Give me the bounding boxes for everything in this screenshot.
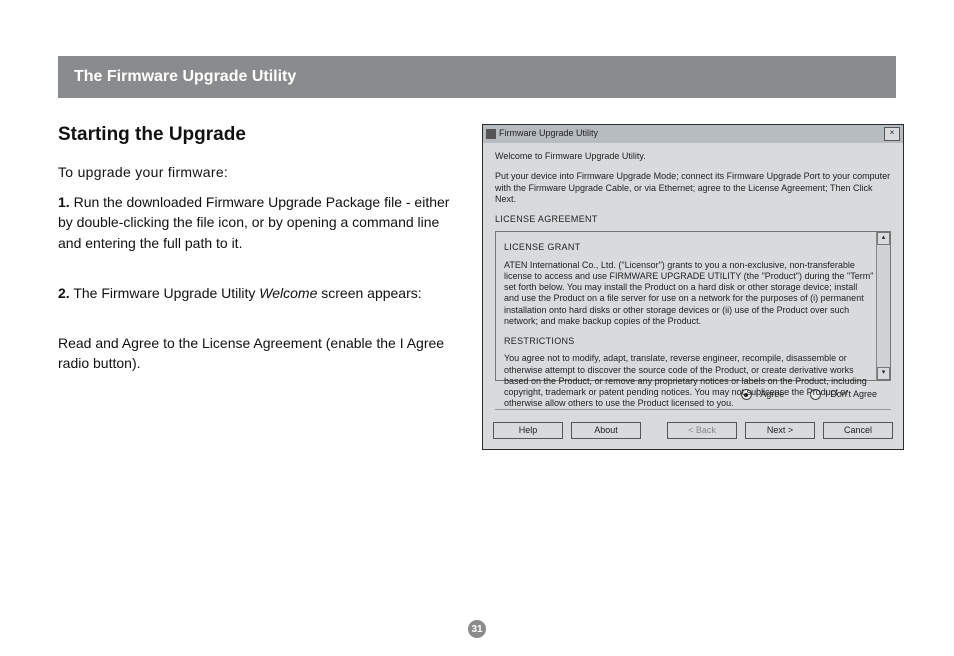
step-2-sub-ital: Agree [122, 335, 159, 351]
license-grant-heading: LICENSE GRANT [504, 242, 874, 253]
license-agreement-heading: LICENSE AGREEMENT [495, 214, 891, 225]
instruction-column: Starting the Upgrade To upgrade your fir… [58, 124, 458, 374]
intro-text: To upgrade your firmware: [58, 164, 458, 180]
step-2-number: 2. [58, 285, 70, 301]
help-button[interactable]: Help [493, 422, 563, 439]
dialog-titlebar: Firmware Upgrade Utility × [483, 125, 903, 143]
dialog-title-text: Firmware Upgrade Utility [499, 128, 598, 139]
step-2-post: screen appears: [317, 285, 421, 301]
chapter-header: The Firmware Upgrade Utility [58, 56, 896, 98]
step-2-ital: Welcome [259, 285, 317, 301]
close-icon[interactable]: × [884, 127, 900, 141]
step-2-pre: The Firmware Upgrade Utility [70, 285, 260, 301]
step-2-sub-pre: Read and [58, 335, 122, 351]
restrictions-heading: RESTRICTIONS [504, 336, 874, 347]
scrollbar[interactable]: ▴ ▾ [876, 232, 890, 380]
license-textbox: LICENSE GRANT ATEN International Co., Lt… [495, 231, 891, 381]
back-button[interactable]: < Back [667, 422, 737, 439]
step-2: 2. The Firmware Upgrade Utility Welcome … [58, 283, 458, 303]
dialog-instruction: Put your device into Firmware Upgrade Mo… [495, 171, 891, 205]
dialog-welcome: Welcome to Firmware Upgrade Utility. [495, 151, 891, 162]
scroll-down-icon[interactable]: ▾ [877, 367, 890, 380]
step-1-text: Run the downloaded Firmware Upgrade Pack… [58, 194, 449, 251]
cancel-button[interactable]: Cancel [823, 422, 893, 439]
restrictions-text: You agree not to modify, adapt, translat… [504, 353, 874, 409]
step-2-sub: Read and Agree to the License Agreement … [58, 333, 458, 374]
scroll-up-icon[interactable]: ▴ [877, 232, 890, 245]
license-grant-text: ATEN International Co., Ltd. ("Licensor"… [504, 260, 874, 328]
about-button[interactable]: About [571, 422, 641, 439]
section-title: Starting the Upgrade [58, 124, 458, 146]
step-1: 1. Run the downloaded Firmware Upgrade P… [58, 192, 458, 253]
firmware-dialog: Firmware Upgrade Utility × Welcome to Fi… [482, 124, 904, 450]
step-1-number: 1. [58, 194, 70, 210]
app-icon [486, 129, 496, 139]
next-button[interactable]: Next > [745, 422, 815, 439]
page-number: 31 [468, 620, 486, 638]
